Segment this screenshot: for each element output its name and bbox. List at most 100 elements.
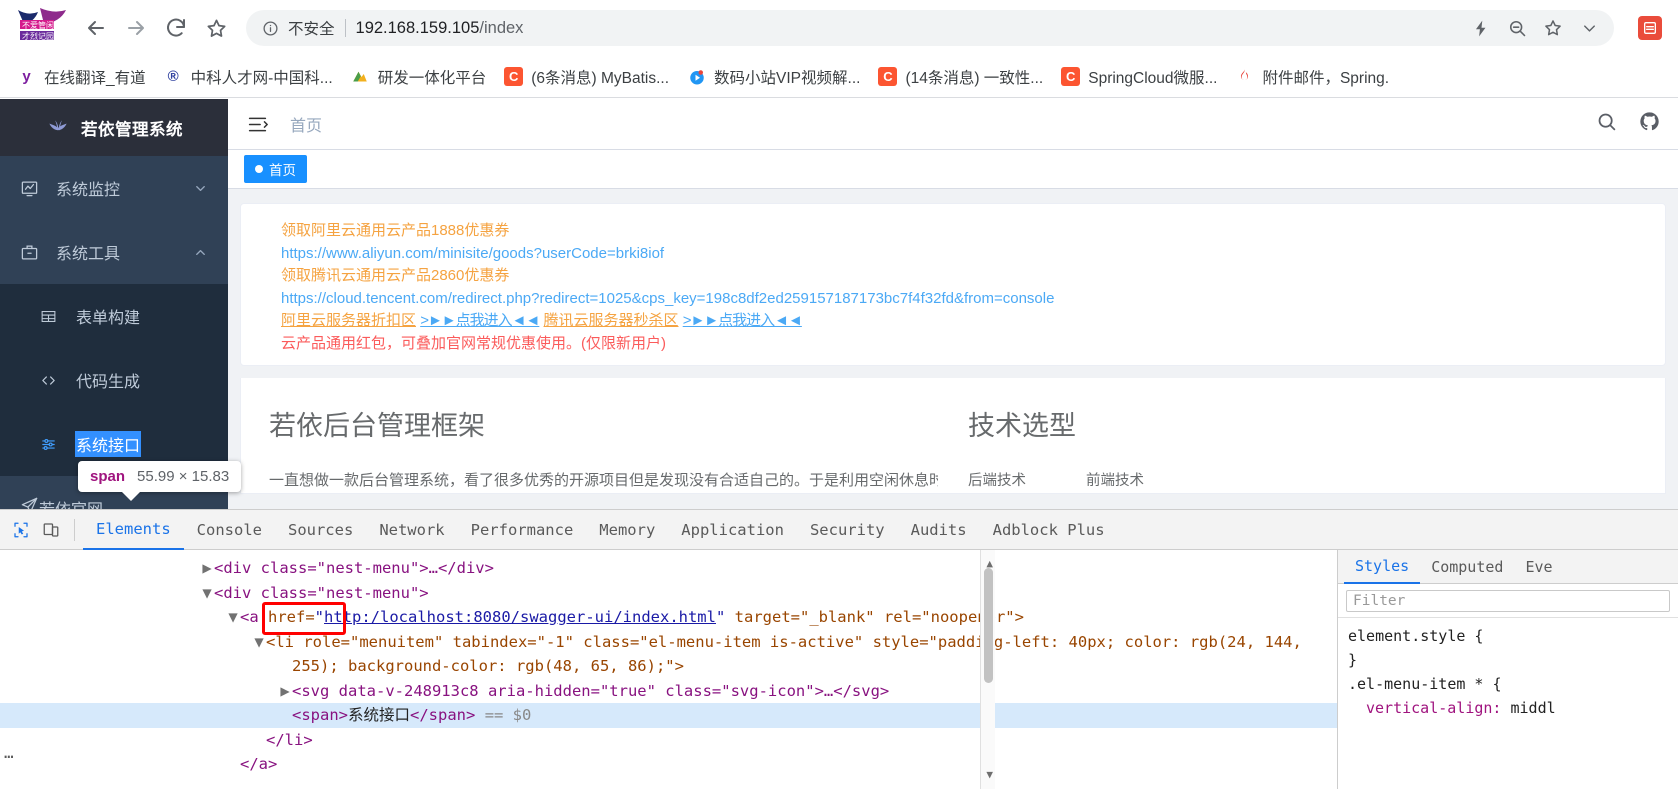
sidebar-item-form-builder[interactable]: 表单构建	[0, 284, 228, 348]
style-declaration[interactable]: vertical-align: middl	[1348, 696, 1668, 720]
search-icon[interactable]	[1596, 111, 1617, 137]
inspector-tooltip: span 55.99 × 15.83	[78, 461, 242, 501]
collapse-triangle-icon[interactable]: ▼	[252, 630, 266, 655]
dom-line[interactable]: ▼ <li role="menuitem" tabindex="-1" class…	[0, 630, 1337, 655]
bookmark-label: 在线翻译_有道	[44, 69, 146, 87]
page-favicon-logo: 不爱管闲人 才烈记园	[12, 6, 70, 50]
promo-server-line: 阿里云服务器折扣区 >►►点我进入◄◄ 腾讯云服务器秒杀区 >►►点我进入◄◄	[281, 310, 1653, 333]
url-text: 192.168.159.105/index	[356, 19, 524, 38]
bookmark-item[interactable]: 附件邮件，Spring.	[1226, 62, 1398, 92]
inspect-element-icon[interactable]	[6, 515, 36, 545]
sidebar-collapse-icon[interactable]	[246, 113, 268, 135]
promo-aliyun-cta[interactable]: >►►点我进入◄◄	[420, 312, 540, 329]
back-button[interactable]	[76, 8, 116, 48]
url-path: /index	[479, 18, 524, 37]
dom-line[interactable]: ▼ <a href="http:/localhost:8080/swagger-u…	[0, 602, 1337, 635]
intro-body-left: 一直想做一款后台管理系统，看了很多优秀的开源项目但是发现没有合适自己的。于是利用…	[269, 472, 938, 489]
promo-text-block: 领取阿里云通用云产品1888优惠券 https://www.aliyun.com…	[241, 204, 1665, 365]
styles-tab-event-listeners[interactable]: Eve	[1514, 550, 1563, 583]
lightning-icon[interactable]	[1464, 11, 1498, 45]
bookmark-item[interactable]: ® 中科人才网-中国科...	[155, 62, 342, 92]
grid-icon	[40, 308, 66, 325]
promo-line: https://cloud.tencent.com/redirect.php?r…	[281, 289, 1055, 307]
chevron-down-icon[interactable]	[1572, 11, 1606, 45]
promo-tencent-cta[interactable]: >►►点我进入◄◄	[683, 312, 803, 329]
app-navbar: 首页	[228, 99, 1678, 149]
promo-line: https://www.aliyun.com/minisite/goods?us…	[281, 244, 665, 262]
extension-icon[interactable]	[1634, 12, 1666, 44]
brand-header[interactable]: 若依管理系统	[0, 99, 228, 156]
style-rule-selector[interactable]: element.style {	[1348, 624, 1668, 648]
styles-filter-input[interactable]: Filter	[1346, 589, 1670, 612]
tag-item-home[interactable]: 首页	[244, 155, 307, 183]
bookmark-item[interactable]: C (14条消息) 一致性...	[869, 62, 1052, 92]
dom-line[interactable]: ▶ <svg data-v-248913c8 aria-hidden="true"…	[0, 679, 1337, 704]
dom-span-open: <span>	[292, 706, 348, 724]
star-icon[interactable]	[1536, 11, 1570, 45]
bookmark-label: 数码小站VIP视频解...	[714, 69, 861, 87]
bookmark-item[interactable]: 数码小站VIP视频解...	[678, 62, 869, 92]
devtools-tab-security[interactable]: Security	[797, 510, 898, 549]
devtools-tab-sources[interactable]: Sources	[275, 510, 366, 549]
svg-text:才烈记园: 才烈记园	[22, 31, 54, 41]
dom-line[interactable]: 255); background-color: rgb(48, 65, 86);…	[0, 654, 1337, 679]
inspector-tooltip-dimensions: 55.99 × 15.83	[137, 468, 230, 485]
tech-subcolumns: 后端技术 前端技术	[968, 469, 1637, 490]
dom-href-link[interactable]: http:/localhost:8080/swagger-ui/index.ht…	[324, 608, 716, 626]
app-main: 首页 首页 领取阿里云通用云产品1888优惠券 https://www.aliy…	[228, 99, 1678, 509]
expand-triangle-icon[interactable]: ▶	[200, 556, 214, 581]
device-toolbar-icon[interactable]	[36, 515, 66, 545]
reload-button[interactable]	[156, 8, 196, 48]
promo-tencent-label: 腾讯云服务器秒杀区	[543, 312, 679, 329]
sidebar-submenu-tools: 表单构建 代码生成 系统接口	[0, 284, 228, 476]
address-bar[interactable]: 不安全 192.168.159.105/index	[246, 10, 1614, 46]
devtools-tab-performance[interactable]: Performance	[458, 510, 587, 549]
dom-line[interactable]: </a>	[0, 752, 1337, 777]
sidebar-item-code-generator[interactable]: 代码生成	[0, 348, 228, 412]
expand-triangle-icon[interactable]: ▶	[278, 679, 292, 704]
github-icon[interactable]	[1639, 111, 1660, 137]
info-icon[interactable]	[260, 18, 280, 38]
bookmark-item[interactable]: C (6条消息) MyBatis...	[495, 62, 678, 92]
devtools-tab-console[interactable]: Console	[184, 510, 275, 549]
devtools-tab-adblock-plus[interactable]: Adblock Plus	[980, 510, 1118, 549]
styles-tab-computed[interactable]: Computed	[1420, 550, 1514, 583]
dom-tree[interactable]: ▶ <div class="nest-menu">…</div> ▼ <div cl…	[0, 550, 1337, 789]
monitor-icon	[20, 179, 46, 198]
forward-button[interactable]	[116, 8, 156, 48]
bookmark-item[interactable]: y 在线翻译_有道	[8, 62, 155, 92]
devtools-tab-elements[interactable]: Elements	[83, 509, 184, 550]
scroll-down-arrow-icon[interactable]: ▼	[986, 763, 993, 788]
sidebar-item-monitor[interactable]: 系统监控	[0, 156, 228, 220]
devtools-tab-application[interactable]: Application	[668, 510, 797, 549]
style-rule-selector[interactable]: .el-menu-item * {	[1348, 672, 1668, 696]
promo-line: 领取腾讯云通用云产品2860优惠券	[281, 267, 510, 284]
collapse-triangle-icon[interactable]: ▼	[226, 605, 240, 630]
sidebar-item-tools[interactable]: 系统工具	[0, 220, 228, 284]
app-sidebar: 若依管理系统 系统监控 系统工具 表单构建 代码生成 系统接口	[0, 99, 228, 509]
zoom-out-icon[interactable]	[1500, 11, 1534, 45]
scrollbar-thumb[interactable]	[984, 568, 993, 683]
omnibox-divider	[344, 19, 346, 37]
dom-line[interactable]: ▶ <div class="nest-menu">…</div>	[0, 556, 1337, 581]
sidebar-item-label: 若依官网	[39, 496, 103, 509]
extension-badge	[1638, 16, 1662, 40]
bookmark-star-icon[interactable]	[196, 8, 236, 48]
bookmark-label: (6条消息) MyBatis...	[531, 69, 670, 87]
devtools-tab-memory[interactable]: Memory	[586, 510, 668, 549]
dom-line[interactable]: </li>	[0, 728, 1337, 753]
security-status-label: 不安全	[288, 21, 335, 38]
dom-tree-scrollbar[interactable]: ▲ ▼	[980, 550, 995, 789]
dom-line-selected[interactable]: <span>系统接口</span> == $0	[0, 703, 1337, 728]
dom-line[interactable]: ▼ <div class="nest-menu">	[0, 581, 1337, 606]
devtools-tab-network[interactable]: Network	[366, 510, 457, 549]
styles-tab-styles[interactable]: Styles	[1344, 550, 1421, 584]
collapse-triangle-icon[interactable]: ▼	[200, 581, 214, 606]
more-options-icon[interactable]: …	[4, 741, 16, 766]
breadcrumb: 首页	[290, 118, 323, 135]
devtools-tab-audits[interactable]: Audits	[898, 510, 980, 549]
bookmark-item[interactable]: 研发一体化平台	[342, 62, 496, 92]
bookmark-item[interactable]: C SpringCloud微服...	[1052, 62, 1226, 92]
tag-label: 首页	[269, 163, 296, 178]
dom-line-text: 255); background-color: rgb(48, 65, 86);…	[292, 657, 684, 675]
